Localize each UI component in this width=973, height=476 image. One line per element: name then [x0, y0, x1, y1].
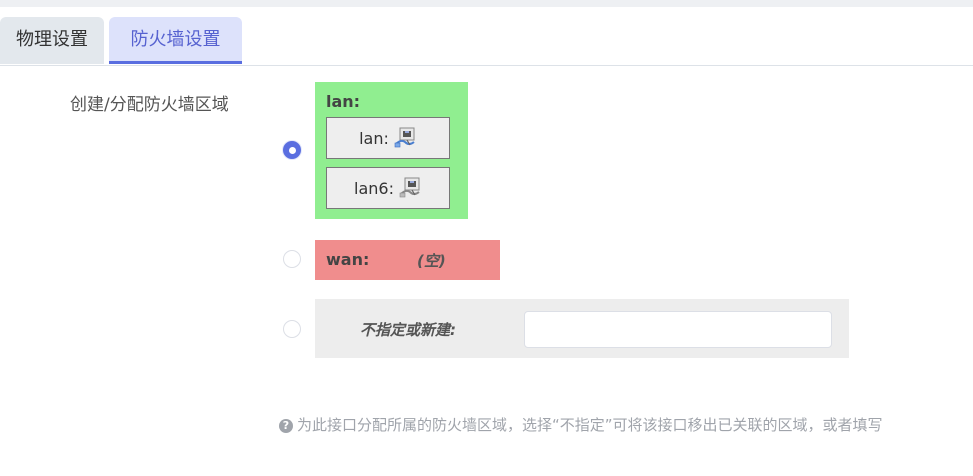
zone-lan-radio[interactable] [283, 141, 301, 159]
help-description: ? 为此接口分配所属的防火墙区域，选择“不指定”可将该接口移出已关联的区域，或者填… [279, 414, 883, 435]
tab-bar: 物理设置 防火墙设置 [0, 17, 973, 66]
zone-new-box: 不指定或新建: [315, 299, 849, 358]
zone-lan-title: lan: [326, 92, 361, 111]
interface-lan6-badge: lan6: [326, 167, 450, 209]
question-circle-icon: ? [279, 419, 293, 433]
zone-lan-box[interactable]: lan: lan: lan6: [315, 82, 468, 219]
network-port-icon [399, 177, 420, 198]
interface-lan-name: lan: [359, 128, 389, 148]
zone-new-radio[interactable] [283, 320, 301, 338]
top-divider-strip [0, 0, 973, 7]
zone-wan-empty-label: (空) [417, 252, 446, 270]
zone-new-label: 不指定或新建: [360, 321, 456, 339]
zone-wan-radio[interactable] [283, 250, 301, 268]
interface-lan-badge: lan: [326, 117, 450, 159]
tab-firewall-settings[interactable]: 防火墙设置 [109, 17, 242, 64]
firewall-zone-field-label: 创建/分配防火墙区域 [70, 95, 229, 115]
network-port-icon [394, 127, 415, 148]
zone-wan-box[interactable]: wan: (空) [315, 240, 500, 280]
tab-physical-settings[interactable]: 物理设置 [0, 17, 104, 64]
new-zone-name-input[interactable] [524, 311, 832, 348]
help-text: 为此接口分配所属的防火墙区域，选择“不指定”可将该接口移出已关联的区域，或者填写 [297, 416, 883, 434]
zone-wan-title: wan: [326, 250, 370, 269]
interface-lan6-name: lan6: [354, 178, 394, 198]
